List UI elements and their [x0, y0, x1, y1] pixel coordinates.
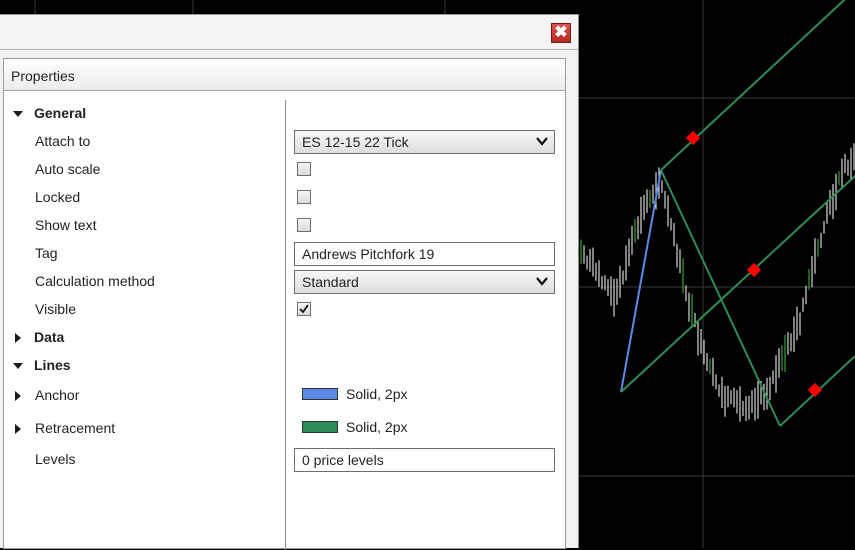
attach-to-label: Attach to	[35, 133, 91, 149]
row-levels: Levels 0 price levels	[4, 448, 561, 472]
locked-checkbox[interactable]	[297, 190, 311, 204]
group-general-label: General	[34, 105, 87, 121]
titlebar-divider	[0, 49, 578, 50]
group-data[interactable]: Data	[4, 326, 561, 350]
group-lines-label: Lines	[34, 357, 71, 373]
close-icon: ✖	[554, 24, 568, 41]
row-tag: Tag Andrews Pitchfork 19	[4, 242, 561, 266]
anchor-stroke-label: Solid, 2px	[346, 386, 408, 402]
expand-icon[interactable]	[15, 391, 21, 401]
close-button[interactable]: ✖	[551, 23, 571, 43]
properties-title: Properties	[11, 68, 75, 84]
visible-label: Visible	[35, 301, 76, 317]
retracement-color-swatch	[302, 421, 338, 433]
levels-value: 0 price levels	[302, 452, 384, 468]
collapse-icon[interactable]	[13, 363, 23, 369]
retracement-stroke-label: Solid, 2px	[346, 419, 408, 435]
show-text-label: Show text	[35, 217, 97, 233]
locked-label: Locked	[35, 189, 81, 205]
row-calculation-method: Calculation method Standard	[4, 270, 561, 294]
expand-icon[interactable]	[15, 333, 21, 343]
group-general[interactable]: General	[4, 102, 561, 126]
row-show-text: Show text	[4, 214, 561, 238]
auto-scale-checkbox[interactable]	[297, 162, 311, 176]
visible-checkbox[interactable]	[297, 302, 311, 316]
retracement-label: Retracement	[35, 420, 116, 436]
levels-field[interactable]: 0 price levels	[294, 448, 555, 472]
properties-dialog: ✖ Properties General Attach to ES 12-15 …	[0, 14, 579, 550]
andrews-pitchfork[interactable]	[620, 0, 855, 427]
row-attach-to: Attach to ES 12-15 22 Tick	[4, 130, 561, 154]
anchor-label: Anchor	[35, 387, 80, 403]
levels-label: Levels	[35, 451, 76, 467]
row-auto-scale: Auto scale	[4, 158, 561, 182]
checkmark-icon	[299, 304, 309, 314]
auto-scale-label: Auto scale	[35, 161, 101, 177]
tag-value: Andrews Pitchfork 19	[302, 246, 435, 262]
row-retracement: Retracement Solid, 2px	[4, 417, 561, 441]
pitchfork-handle	[685, 130, 701, 146]
tag-input[interactable]: Andrews Pitchfork 19	[294, 242, 555, 266]
collapse-icon[interactable]	[13, 111, 23, 117]
chevron-down-icon	[536, 277, 548, 286]
show-text-checkbox[interactable]	[297, 218, 311, 232]
upper-tine-line	[660, 0, 846, 171]
calculation-method-value: Standard	[302, 274, 359, 290]
retracement-line	[660, 169, 781, 427]
row-anchor: Anchor Solid, 2px	[4, 384, 561, 408]
chevron-down-icon	[536, 137, 548, 146]
pitchfork-handle	[807, 382, 823, 398]
dialog-titlebar[interactable]: ✖	[0, 15, 578, 49]
anchor-color-swatch	[302, 388, 338, 400]
row-visible: Visible	[4, 298, 561, 322]
attach-to-select[interactable]: ES 12-15 22 Tick	[294, 130, 555, 154]
attach-to-value: ES 12-15 22 Tick	[302, 134, 409, 150]
calculation-method-label: Calculation method	[35, 273, 155, 289]
calculation-method-select[interactable]: Standard	[294, 270, 555, 294]
tag-label: Tag	[35, 245, 58, 261]
properties-panel: Properties General Attach to ES 12-15 22…	[3, 58, 566, 550]
group-data-label: Data	[34, 329, 65, 345]
properties-header: Properties	[4, 59, 565, 91]
row-locked: Locked	[4, 186, 561, 210]
group-lines[interactable]: Lines	[4, 354, 561, 378]
expand-icon[interactable]	[15, 424, 21, 434]
price-bars	[580, 143, 855, 422]
